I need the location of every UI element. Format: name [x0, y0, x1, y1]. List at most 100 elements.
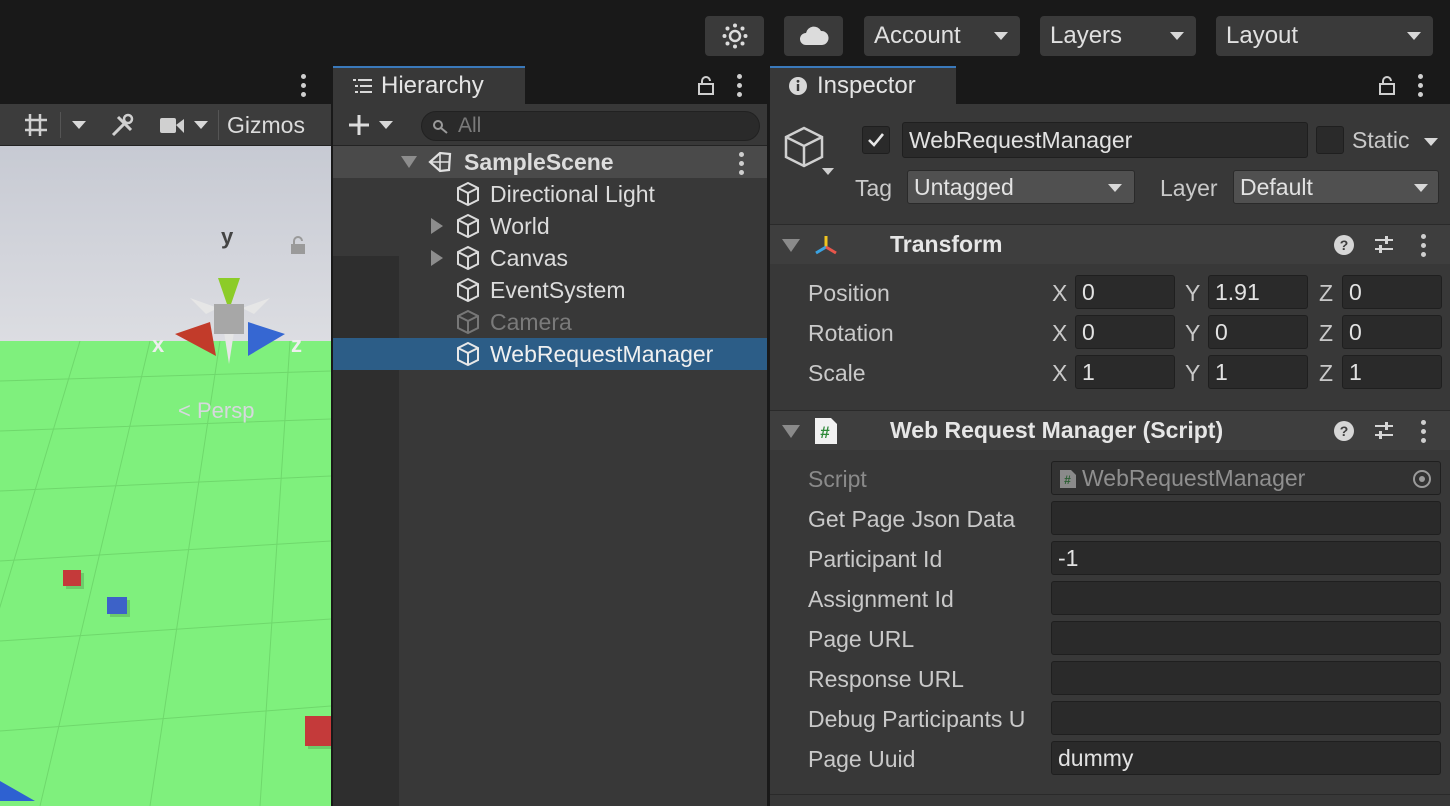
- debug-participants-field[interactable]: [1051, 701, 1441, 735]
- info-icon: [789, 77, 807, 95]
- list-item[interactable]: Directional Light: [333, 178, 767, 210]
- lock-icon[interactable]: [697, 75, 715, 95]
- layout-dropdown[interactable]: Layout: [1216, 16, 1433, 56]
- script-component-header[interactable]: # Web Request Manager (Script) ?: [770, 410, 1450, 450]
- collapse-arrow-icon[interactable]: [782, 239, 800, 252]
- layers-dropdown[interactable]: Layers: [1040, 16, 1196, 56]
- rotation-z-field[interactable]: 0: [1342, 315, 1442, 349]
- list-item[interactable]: EventSystem: [333, 274, 767, 306]
- chevron-down-icon[interactable]: [1424, 138, 1438, 146]
- object-name: WebRequestManager: [909, 126, 1133, 153]
- camera-icon[interactable]: [158, 115, 186, 137]
- scene-tabbar: [0, 66, 331, 104]
- expand-arrow-icon[interactable]: [431, 218, 443, 234]
- tab-hierarchy[interactable]: Hierarchy: [333, 66, 525, 104]
- response-url-field[interactable]: [1051, 661, 1441, 695]
- grid-dropdown-button[interactable]: [65, 114, 93, 136]
- list-item[interactable]: Canvas: [333, 242, 767, 274]
- list-item-selected[interactable]: WebRequestManager: [333, 338, 767, 370]
- position-y-field[interactable]: 1.91: [1208, 275, 1308, 309]
- perspective-label[interactable]: < Persp: [178, 398, 254, 424]
- more-options-icon[interactable]: [1421, 234, 1427, 258]
- account-dropdown[interactable]: Account: [864, 16, 1020, 56]
- divider: [218, 110, 219, 140]
- help-icon[interactable]: ?: [1333, 234, 1355, 256]
- page-url-field[interactable]: [1051, 621, 1441, 655]
- position-z-field[interactable]: 0: [1342, 275, 1442, 309]
- active-checkbox[interactable]: [862, 126, 890, 154]
- assignment-id-field[interactable]: [1051, 581, 1441, 615]
- gizmos-button[interactable]: Gizmos: [227, 112, 305, 139]
- scene-viewport[interactable]: y x z < Persp: [0, 146, 331, 806]
- list-item[interactable]: Camera: [333, 306, 767, 338]
- help-icon[interactable]: ?: [1333, 420, 1355, 442]
- position-x-field[interactable]: 0: [1075, 275, 1175, 309]
- object-picker-icon[interactable]: [1412, 469, 1432, 489]
- transform-header[interactable]: Transform ?: [770, 224, 1450, 264]
- chevron-down-icon: [1108, 184, 1122, 192]
- field-label: Page URL: [808, 626, 915, 652]
- presets-icon[interactable]: [1373, 420, 1395, 442]
- grid-snap-icon[interactable]: [22, 111, 52, 139]
- chevron-down-icon: [72, 121, 86, 129]
- svg-text:?: ?: [1340, 237, 1349, 253]
- search-icon: [433, 120, 448, 134]
- more-options-icon[interactable]: [739, 152, 745, 176]
- more-options-icon[interactable]: [301, 74, 307, 98]
- position-z-value: 0: [1349, 278, 1362, 305]
- collapse-arrow-icon[interactable]: [782, 425, 800, 438]
- axis-x-label: X: [1052, 320, 1068, 346]
- chevron-down-icon: [379, 121, 393, 129]
- field-value: dummy: [1058, 744, 1134, 771]
- svg-text:?: ?: [1340, 423, 1349, 439]
- chevron-down-icon: [1407, 32, 1421, 40]
- red-cube-large: [305, 716, 331, 746]
- tag-dropdown[interactable]: Untagged: [907, 170, 1135, 204]
- get-page-json-data-field[interactable]: [1051, 501, 1441, 535]
- field-label: Debug Participants U: [808, 706, 1026, 732]
- position-label: Position: [808, 280, 890, 306]
- light-toggle-button[interactable]: [705, 16, 764, 56]
- expand-arrow-icon[interactable]: [401, 156, 417, 168]
- more-options-icon[interactable]: [1418, 74, 1424, 98]
- lock-icon[interactable]: [1378, 75, 1396, 95]
- gameobject-large-icon[interactable]: [782, 124, 838, 180]
- tools-icon[interactable]: [108, 112, 136, 140]
- participant-id-field[interactable]: -1: [1051, 541, 1441, 575]
- axis-z-label: Z: [1319, 280, 1334, 306]
- tab-inspector[interactable]: Inspector: [770, 66, 956, 104]
- script-reference-field[interactable]: # WebRequestManager: [1051, 461, 1441, 495]
- create-button[interactable]: [345, 110, 401, 140]
- more-options-icon[interactable]: [1421, 420, 1427, 444]
- camera-dropdown-button[interactable]: [190, 114, 212, 136]
- scale-x-field[interactable]: 1: [1075, 355, 1175, 389]
- search-input[interactable]: All: [421, 111, 760, 141]
- scale-y-field[interactable]: 1: [1208, 355, 1308, 389]
- hierarchy-panel: Hierarchy All SampleScene Directional Li…: [333, 66, 767, 806]
- list-item-label: Canvas: [490, 244, 568, 271]
- chevron-down-icon: [994, 32, 1008, 40]
- scale-z-field[interactable]: 1: [1342, 355, 1442, 389]
- rotation-y-field[interactable]: 0: [1208, 315, 1308, 349]
- static-label: Static: [1352, 127, 1410, 153]
- more-options-icon[interactable]: [737, 74, 743, 98]
- cloud-button[interactable]: [784, 16, 843, 56]
- rotation-x-field[interactable]: 0: [1075, 315, 1175, 349]
- presets-icon[interactable]: [1373, 234, 1395, 256]
- transform-icon: [815, 236, 837, 255]
- object-name-field[interactable]: WebRequestManager: [902, 122, 1308, 158]
- lock-icon[interactable]: [290, 236, 306, 254]
- script-component-title: Web Request Manager (Script): [890, 417, 1224, 443]
- axis-x-label: X: [1052, 360, 1068, 386]
- script-reference-value: WebRequestManager: [1082, 464, 1306, 491]
- scene-panel: Gizmos y x z < Persp: [0, 66, 331, 806]
- layer-dropdown[interactable]: Default: [1233, 170, 1439, 204]
- expand-arrow-icon[interactable]: [431, 250, 443, 266]
- tag-value: Untagged: [914, 173, 1014, 200]
- gameobject-icon: [457, 213, 479, 239]
- list-item[interactable]: World: [333, 210, 767, 242]
- orientation-gizmo[interactable]: [150, 226, 310, 386]
- scene-root-row[interactable]: SampleScene: [333, 146, 767, 178]
- page-uuid-field[interactable]: dummy: [1051, 741, 1441, 775]
- static-checkbox[interactable]: [1316, 126, 1344, 154]
